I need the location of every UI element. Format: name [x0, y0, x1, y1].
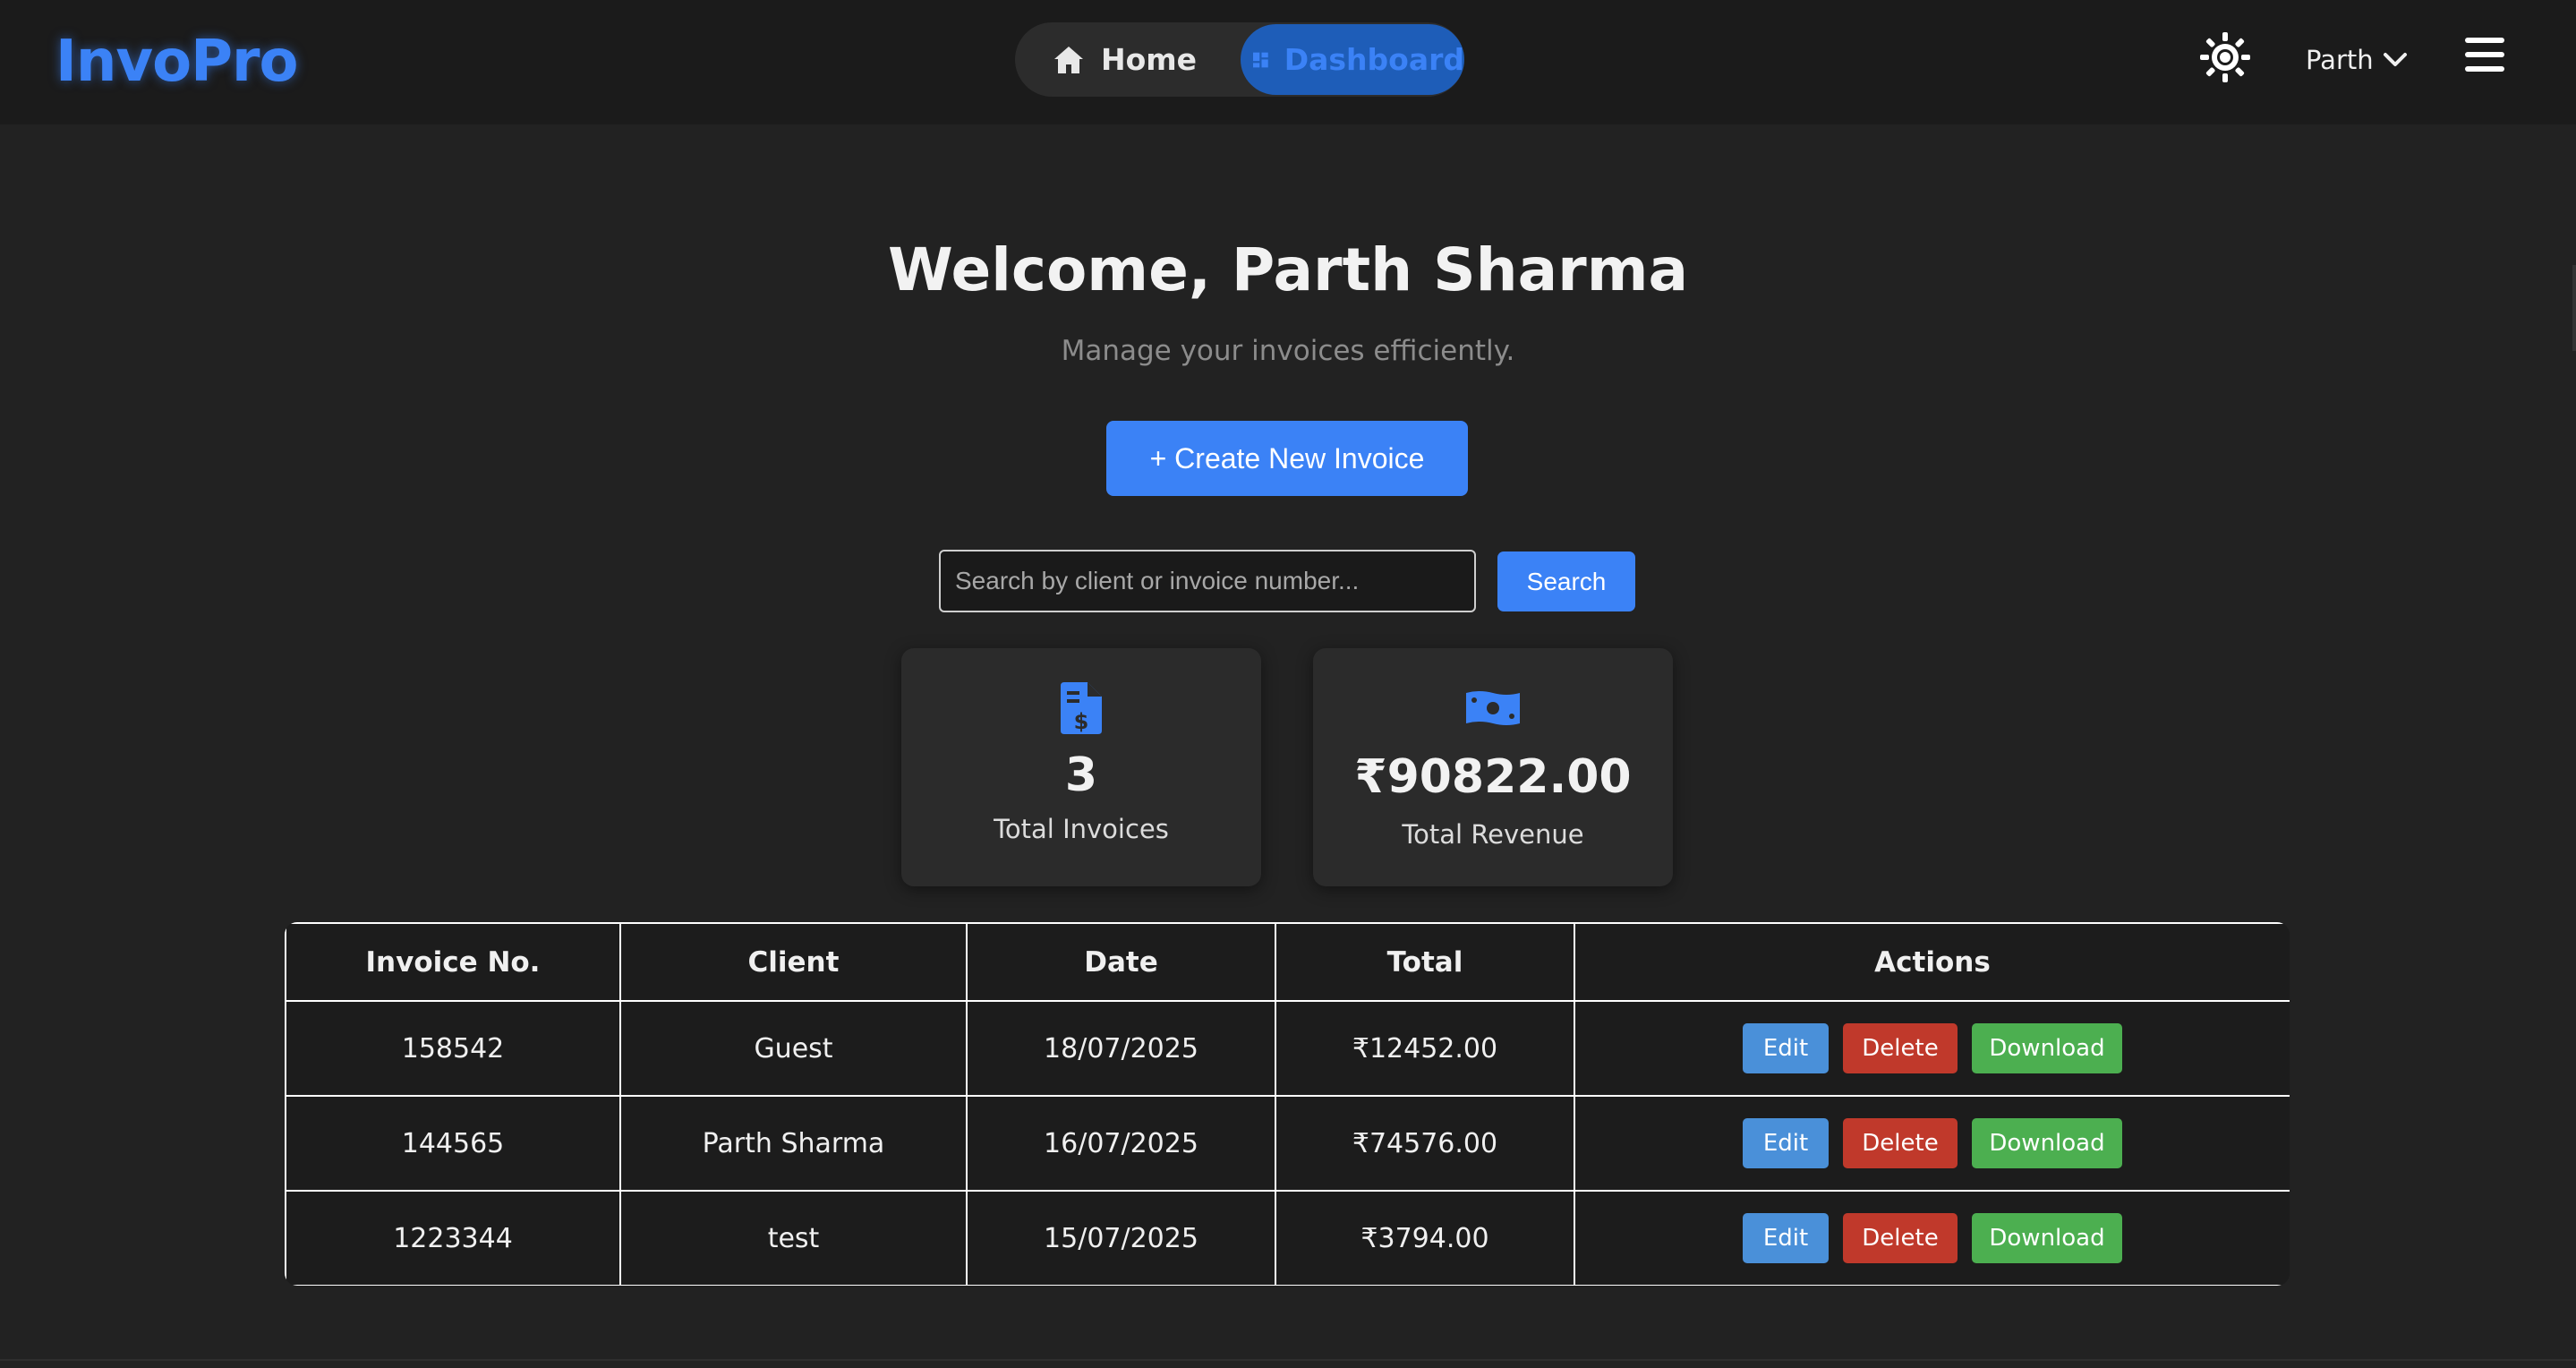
actions-cell: Edit Delete Download: [1574, 1095, 2290, 1192]
column-header: Client: [619, 922, 968, 1002]
svg-text:$: $: [1074, 709, 1089, 734]
money-bill-icon: [1313, 689, 1673, 727]
invoices-table: Invoice No. Client Date Total Actions 15…: [285, 922, 2290, 1286]
page-title: Welcome, Parth Sharma: [888, 235, 1688, 304]
dashboard-icon: [1253, 52, 1268, 67]
edit-button[interactable]: Edit: [1743, 1118, 1829, 1168]
scrollbar[interactable]: [2572, 265, 2576, 351]
stat-value: 3: [1064, 748, 1098, 802]
invoice-number-cell: 1223344: [285, 1190, 621, 1286]
actions-cell: Edit Delete Download: [1574, 1190, 2290, 1286]
client-cell: test: [619, 1190, 968, 1286]
user-name: Parth: [2306, 45, 2374, 75]
home-icon: [1054, 46, 1083, 73]
theme-toggle-button[interactable]: [2198, 30, 2252, 84]
total-cell: ₹3794.00: [1275, 1190, 1575, 1286]
table-row: 158542 Guest 18/07/2025 ₹12452.00 Edit D…: [285, 1000, 2290, 1097]
table-row: 1223344 test 15/07/2025 ₹3794.00 Edit De…: [285, 1190, 2290, 1286]
client-cell: Parth Sharma: [619, 1095, 968, 1192]
nav-dashboard-link[interactable]: Dashboard: [1241, 24, 1464, 95]
actions-cell: Edit Delete Download: [1574, 1000, 2290, 1097]
hamburger-menu-button[interactable]: [2463, 34, 2506, 75]
total-cell: ₹74576.00: [1275, 1095, 1575, 1192]
column-header: Invoice No.: [285, 922, 621, 1002]
date-cell: 18/07/2025: [966, 1000, 1276, 1097]
navbar: InvoPro Home Dashboard Parth: [0, 0, 2576, 124]
user-dropdown[interactable]: Parth: [2306, 36, 2408, 84]
table-row: 144565 Parth Sharma 16/07/2025 ₹74576.00…: [285, 1095, 2290, 1192]
create-invoice-button[interactable]: + Create New Invoice: [1106, 421, 1468, 496]
column-header: Actions: [1574, 922, 2290, 1002]
column-header: Date: [966, 922, 1276, 1002]
table-header-row: Invoice No. Client Date Total Actions: [285, 922, 2290, 1002]
column-header: Total: [1275, 922, 1575, 1002]
brand-logo[interactable]: InvoPro: [55, 27, 298, 97]
search-input[interactable]: [939, 550, 1476, 612]
edit-button[interactable]: Edit: [1743, 1023, 1829, 1073]
nav-home-label: Home: [1101, 42, 1198, 77]
stat-card-total-revenue: ₹90822.00 Total Revenue: [1313, 648, 1673, 886]
client-cell: Guest: [619, 1000, 968, 1097]
footer-divider: [0, 1359, 2576, 1361]
nav-dashboard-label: Dashboard: [1284, 42, 1464, 77]
hamburger-menu-icon: [2465, 38, 2504, 72]
invoice-dollar-icon: $: [901, 682, 1261, 734]
download-button[interactable]: Download: [1972, 1023, 2122, 1073]
stat-label: Total Revenue: [1402, 819, 1584, 850]
nav-switcher: Home Dashboard: [1015, 22, 1464, 97]
edit-button[interactable]: Edit: [1743, 1213, 1829, 1263]
sun-icon: [2200, 32, 2250, 82]
stat-label: Total Invoices: [994, 814, 1169, 844]
invoice-number-cell: 158542: [285, 1000, 621, 1097]
download-button[interactable]: Download: [1972, 1213, 2122, 1263]
page-subtitle: Manage your invoices efficiently.: [1061, 335, 1515, 367]
download-button[interactable]: Download: [1972, 1118, 2122, 1168]
invoice-number-cell: 144565: [285, 1095, 621, 1192]
date-cell: 16/07/2025: [966, 1095, 1276, 1192]
total-cell: ₹12452.00: [1275, 1000, 1575, 1097]
stat-card-total-invoices: $ 3 Total Invoices: [901, 648, 1261, 886]
delete-button[interactable]: Delete: [1843, 1023, 1958, 1073]
search-button[interactable]: Search: [1497, 551, 1635, 611]
nav-home-link[interactable]: Home: [1053, 22, 1197, 97]
invoices-table-container: Invoice No. Client Date Total Actions 15…: [285, 922, 2290, 1286]
date-cell: 15/07/2025: [966, 1190, 1276, 1286]
delete-button[interactable]: Delete: [1843, 1118, 1958, 1168]
chevron-down-icon: [2383, 53, 2407, 66]
delete-button[interactable]: Delete: [1843, 1213, 1958, 1263]
stat-value: ₹90822.00: [1354, 750, 1632, 804]
